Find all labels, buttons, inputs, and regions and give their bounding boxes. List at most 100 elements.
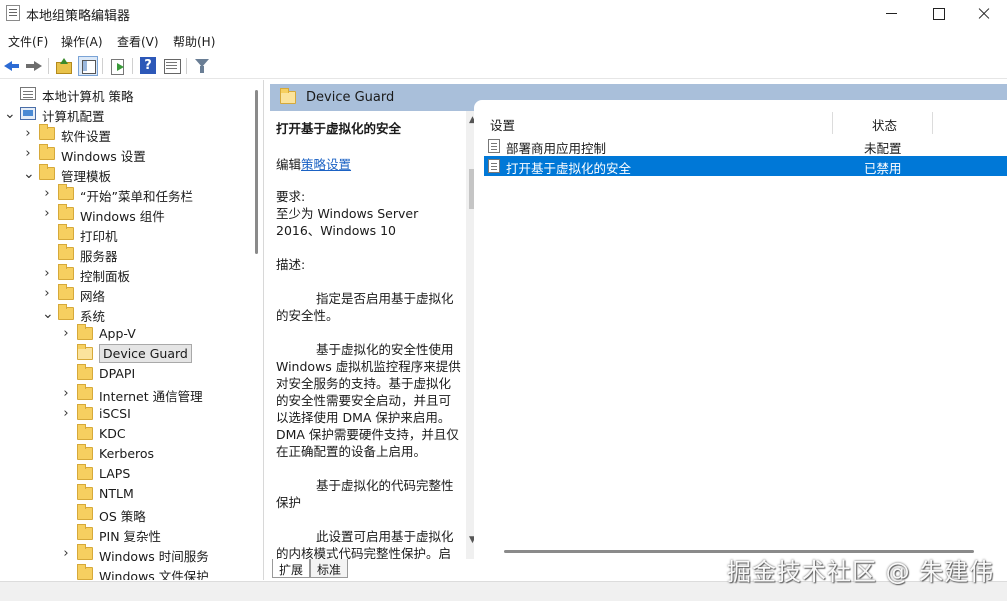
tree-scrollbar[interactable] — [252, 80, 261, 580]
properties-icon[interactable] — [162, 56, 182, 76]
description-body: 要求: 至少为 Windows Server 2016、Windows 10 描… — [276, 188, 462, 559]
menu-view[interactable]: 查看(V) — [117, 33, 159, 50]
tree-item-label: Kerberos — [99, 446, 155, 461]
folder-open-icon — [77, 344, 93, 360]
tree-scroll-thumb[interactable] — [255, 90, 258, 254]
chevron-down-icon[interactable]: ⌄ — [4, 107, 16, 121]
folder-icon — [77, 564, 93, 580]
chevron-right-icon[interactable]: › — [42, 207, 52, 221]
tree-item-label: NTLM — [99, 486, 134, 501]
minimize-button[interactable] — [869, 0, 915, 28]
tree-item-label: 管理模板 — [61, 169, 112, 184]
folder-icon — [77, 544, 93, 560]
menu-bar: 文件(F) 操作(A) 查看(V) 帮助(H) — [0, 30, 1007, 52]
close-button[interactable] — [961, 0, 1007, 28]
tree-item-label: 计算机配置 — [42, 109, 105, 124]
right-pane: Device Guard 打开基于虚拟化的安全 编辑策略设置 要求: 至少为 W… — [270, 84, 1007, 580]
description-pane: 打开基于虚拟化的安全 编辑策略设置 要求: 至少为 Windows Server… — [270, 111, 466, 559]
requirements-label: 要求: — [276, 189, 306, 204]
tree-item-label: 软件设置 — [61, 129, 112, 144]
setting-row-selected[interactable]: 打开基于虚拟化的安全 已禁用 — [484, 156, 1007, 176]
menu-help[interactable]: 帮助(H) — [173, 33, 215, 50]
help-icon[interactable] — [138, 56, 158, 76]
description-paragraph: 基于虚拟化的代码完整性保护 — [276, 478, 454, 510]
chevron-right-icon[interactable]: › — [61, 387, 71, 401]
tree-item-label: PIN 复杂性 — [99, 529, 162, 544]
maximize-button[interactable] — [915, 0, 961, 28]
filter-icon[interactable] — [192, 56, 212, 76]
folder-icon — [77, 424, 93, 440]
chevron-right-icon[interactable]: › — [23, 127, 33, 141]
folder-icon — [58, 284, 74, 300]
up-one-level-icon[interactable] — [54, 56, 74, 76]
export-list-icon[interactable] — [108, 56, 128, 76]
tree-item-label: Windows 时间服务 — [99, 549, 209, 564]
setting-name: 部署商用应用控制 — [506, 141, 607, 156]
tab-extended[interactable]: 扩展 — [272, 559, 310, 578]
tree-item-label: 系统 — [80, 309, 106, 324]
tab-standard[interactable]: 标准 — [310, 559, 348, 578]
forward-arrow-icon[interactable] — [24, 56, 44, 76]
folder-icon — [39, 144, 55, 160]
chevron-down-icon[interactable]: ⌄ — [42, 307, 54, 321]
folder-icon — [77, 464, 93, 480]
tree-item-label: App-V — [99, 326, 136, 341]
show-hide-tree-icon[interactable] — [78, 56, 98, 76]
tree-item-label: Windows 组件 — [80, 209, 165, 224]
menu-action[interactable]: 操作(A) — [61, 33, 103, 50]
tree-item-label: “开始”菜单和任务栏 — [80, 189, 193, 204]
tree-item-label: Windows 文件保护 — [99, 569, 209, 580]
folder-icon — [58, 224, 74, 240]
chevron-right-icon[interactable]: › — [42, 287, 52, 301]
policy-setting-icon — [488, 139, 500, 153]
chevron-right-icon[interactable]: › — [61, 547, 71, 561]
tree-item-label: iSCSI — [99, 406, 131, 421]
folder-icon — [77, 504, 93, 520]
description-paragraph: 基于虚拟化的安全性使用 Windows 虚拟机监控程序来提供对安全服务的支持。基… — [276, 342, 461, 459]
folder-icon — [77, 524, 93, 540]
chevron-right-icon[interactable]: › — [42, 187, 52, 201]
chevron-right-icon[interactable]: › — [61, 407, 71, 421]
title-bar: 本地组策略编辑器 — [0, 0, 1007, 28]
window-title: 本地组策略编辑器 — [26, 9, 131, 24]
toolbar-separator — [186, 58, 187, 74]
watermark: 掘金技术社区 @ 朱建伟 — [727, 558, 995, 586]
chevron-right-icon[interactable]: › — [23, 147, 33, 161]
tree-item-label: KDC — [99, 426, 126, 441]
folder-icon — [39, 124, 55, 140]
folder-icon — [77, 384, 93, 400]
menu-file[interactable]: 文件(F) — [8, 33, 48, 50]
toolbar-separator — [48, 58, 49, 74]
description-paragraph: 指定是否启用基于虚拟化的安全性。 — [276, 291, 454, 323]
tree-item-label: 网络 — [80, 289, 106, 304]
folder-icon — [77, 484, 93, 500]
back-arrow-icon[interactable] — [2, 56, 22, 76]
chevron-right-icon[interactable]: › — [61, 327, 71, 341]
tree-item-label: Windows 设置 — [61, 149, 146, 164]
folder-icon — [77, 404, 93, 420]
edit-policy-link[interactable]: 策略设置 — [301, 157, 351, 172]
column-divider[interactable] — [932, 112, 933, 134]
folder-icon — [77, 364, 93, 380]
edit-prefix: 编辑 — [276, 157, 302, 172]
tree-item-label: OS 策略 — [99, 509, 146, 524]
tree-item-label: Device Guard — [99, 344, 192, 363]
tree-item-label: 本地计算机 策略 — [42, 89, 134, 104]
setting-name: 打开基于虚拟化的安全 — [506, 161, 632, 176]
folder-icon — [58, 184, 74, 200]
chevron-down-icon[interactable]: ⌄ — [23, 167, 35, 181]
folder-icon — [58, 264, 74, 280]
folder-icon — [77, 324, 93, 340]
edit-policy-line: 编辑策略设置 — [276, 154, 351, 173]
setting-row[interactable]: 部署商用应用控制 未配置 — [484, 136, 1007, 156]
tree-item-label: 控制面板 — [80, 269, 131, 284]
folder-icon — [58, 204, 74, 220]
description-label: 描述: — [276, 257, 306, 272]
chevron-right-icon[interactable]: › — [42, 267, 52, 281]
folder-icon — [77, 444, 93, 460]
toolbar-separator — [132, 58, 133, 74]
description-title: 打开基于虚拟化的安全 — [276, 121, 402, 136]
settings-list: 设置 状态 部署商用应用控制 未配置 打开基于虚拟化的安全 已禁用 — [474, 100, 1007, 559]
column-divider[interactable] — [832, 112, 833, 134]
setting-state: 未配置 — [864, 141, 902, 156]
